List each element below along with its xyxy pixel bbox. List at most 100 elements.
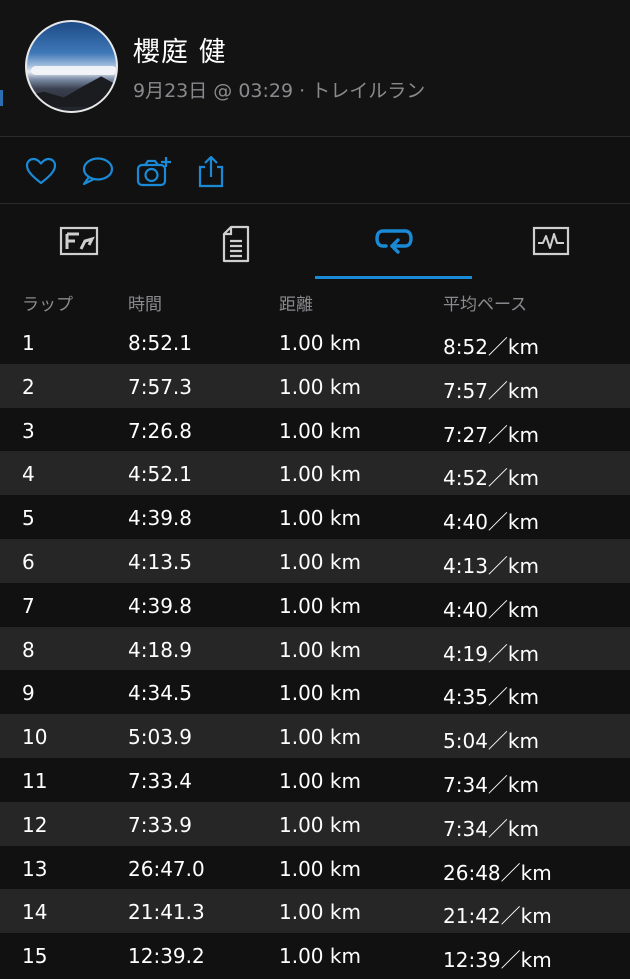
lap-time: 4:39.8 [128, 506, 192, 531]
action-bar [0, 138, 630, 204]
share-icon[interactable] [194, 155, 228, 189]
activity-meta: 9月23日 @ 03:29 · トレイルラン [133, 80, 426, 102]
lap-number: 7 [22, 593, 35, 618]
lap-pace: 4:40／km [443, 510, 539, 535]
edge-marker [0, 90, 3, 106]
table-row: 8 4:18.9 1.00 km 4:19／km [0, 626, 630, 671]
lap-distance: 1.00 km [279, 374, 361, 399]
laps-icon [374, 229, 413, 254]
lap-time: 4:13.5 [128, 549, 192, 574]
activity-page: 櫻庭 健 9月23日 @ 03:29 · トレイルラン ラップ 時間 距離 平均… [0, 0, 630, 979]
lap-distance: 1.00 km [279, 900, 361, 925]
table-row: 15 12:39.2 1.00 km 12:39／km [0, 933, 630, 977]
lap-number: 1 [22, 331, 35, 355]
lap-distance: 1.00 km [279, 549, 361, 574]
lap-pace: 4:52／km [443, 466, 539, 491]
lap-pace: 7:34／km [443, 772, 539, 797]
header-lap: ラップ [22, 295, 73, 315]
lap-distance: 1.00 km [279, 418, 361, 443]
details-icon [222, 225, 249, 263]
lap-number: 8 [22, 637, 35, 662]
lap-pace: 4:40／km [443, 597, 539, 622]
lap-pace: 7:34／km [443, 816, 539, 841]
table-row: 11 7:33.4 1.00 km 7:34／km [0, 757, 630, 802]
comment-icon[interactable] [80, 155, 114, 189]
lap-pace: 26:48／km [443, 860, 552, 885]
lap-number: 15 [22, 944, 48, 969]
table-row: 4 4:52.1 1.00 km 4:52／km [0, 451, 630, 496]
lap-distance: 1.00 km [279, 768, 361, 793]
lap-pace: 8:52／km [443, 335, 539, 359]
lap-time: 7:26.8 [128, 418, 192, 443]
avatar[interactable] [25, 20, 118, 113]
lap-time: 4:52.1 [128, 462, 192, 487]
lap-pace: 12:39／km [443, 948, 552, 973]
lap-time: 8:52.1 [128, 331, 192, 355]
lap-time: 7:33.9 [128, 812, 192, 837]
activity-tabs [0, 205, 630, 279]
lap-distance: 1.00 km [279, 812, 361, 837]
tab-laps[interactable] [315, 205, 472, 279]
avatar-mountain [27, 76, 116, 107]
lap-distance: 1.00 km [279, 637, 361, 662]
lap-time: 26:47.0 [128, 856, 205, 881]
lap-number: 9 [22, 681, 35, 706]
lap-time: 4:34.5 [128, 681, 192, 706]
laps-table: 1 8:52.1 1.00 km 8:52／km 2 7:57.3 1.00 k… [0, 320, 630, 977]
lap-distance: 1.00 km [279, 506, 361, 531]
lap-pace: 4:19／km [443, 641, 539, 666]
lap-number: 11 [22, 768, 48, 793]
tab-overview[interactable] [0, 205, 157, 279]
lap-number: 4 [22, 462, 35, 487]
table-row: 5 4:39.8 1.00 km 4:40／km [0, 495, 630, 539]
lap-time: 12:39.2 [128, 944, 205, 969]
lap-pace: 4:35／km [443, 685, 539, 710]
lap-distance: 1.00 km [279, 725, 361, 750]
activity-header: 櫻庭 健 9月23日 @ 03:29 · トレイルラン [0, 0, 630, 137]
lap-time: 7:33.4 [128, 768, 192, 793]
user-name[interactable]: 櫻庭 健 [133, 30, 227, 69]
chart-icon [532, 226, 569, 256]
lap-pace: 5:04／km [443, 729, 539, 754]
heart-icon[interactable] [24, 155, 58, 189]
table-row: 9 4:34.5 1.00 km 4:35／km [0, 670, 630, 715]
lap-pace: 4:13／km [443, 553, 539, 578]
header-time: 時間 [128, 295, 162, 315]
lap-distance: 1.00 km [279, 856, 361, 881]
table-row: 1 8:52.1 1.00 km 8:52／km [0, 320, 630, 364]
lap-distance: 1.00 km [279, 462, 361, 487]
lap-time: 4:18.9 [128, 637, 192, 662]
laps-table-header: ラップ 時間 距離 平均ペース [0, 279, 630, 320]
lap-number: 10 [22, 725, 48, 750]
table-row: 7 4:39.8 1.00 km 4:40／km [0, 582, 630, 627]
header-avg-pace: 平均ペース [443, 295, 528, 315]
lap-time: 7:57.3 [128, 374, 192, 399]
overview-icon [59, 226, 98, 256]
table-row: 10 5:03.9 1.00 km 5:04／km [0, 714, 630, 758]
lap-pace: 7:57／km [443, 378, 539, 403]
tab-details[interactable] [157, 205, 314, 279]
lap-pace: 7:27／km [443, 422, 539, 447]
table-row: 12 7:33.9 1.00 km 7:34／km [0, 801, 630, 846]
table-row: 3 7:26.8 1.00 km 7:27／km [0, 407, 630, 452]
table-row: 13 26:47.0 1.00 km 26:48／km [0, 845, 630, 890]
lap-number: 3 [22, 418, 35, 443]
avatar-cloud [31, 66, 116, 75]
table-row: 2 7:57.3 1.00 km 7:57／km [0, 363, 630, 408]
header-distance: 距離 [279, 295, 313, 315]
camera-add-icon[interactable] [136, 155, 171, 189]
lap-distance: 1.00 km [279, 593, 361, 618]
lap-pace: 21:42／km [443, 904, 552, 929]
lap-number: 12 [22, 812, 48, 837]
tab-charts[interactable] [472, 205, 629, 279]
lap-time: 5:03.9 [128, 725, 192, 750]
table-row: 14 21:41.3 1.00 km 21:42／km [0, 889, 630, 934]
lap-number: 6 [22, 549, 35, 574]
lap-number: 2 [22, 374, 35, 399]
lap-distance: 1.00 km [279, 331, 361, 355]
lap-number: 14 [22, 900, 48, 925]
lap-distance: 1.00 km [279, 681, 361, 706]
lap-number: 13 [22, 856, 48, 881]
lap-time: 21:41.3 [128, 900, 205, 925]
table-row: 6 4:13.5 1.00 km 4:13／km [0, 538, 630, 583]
